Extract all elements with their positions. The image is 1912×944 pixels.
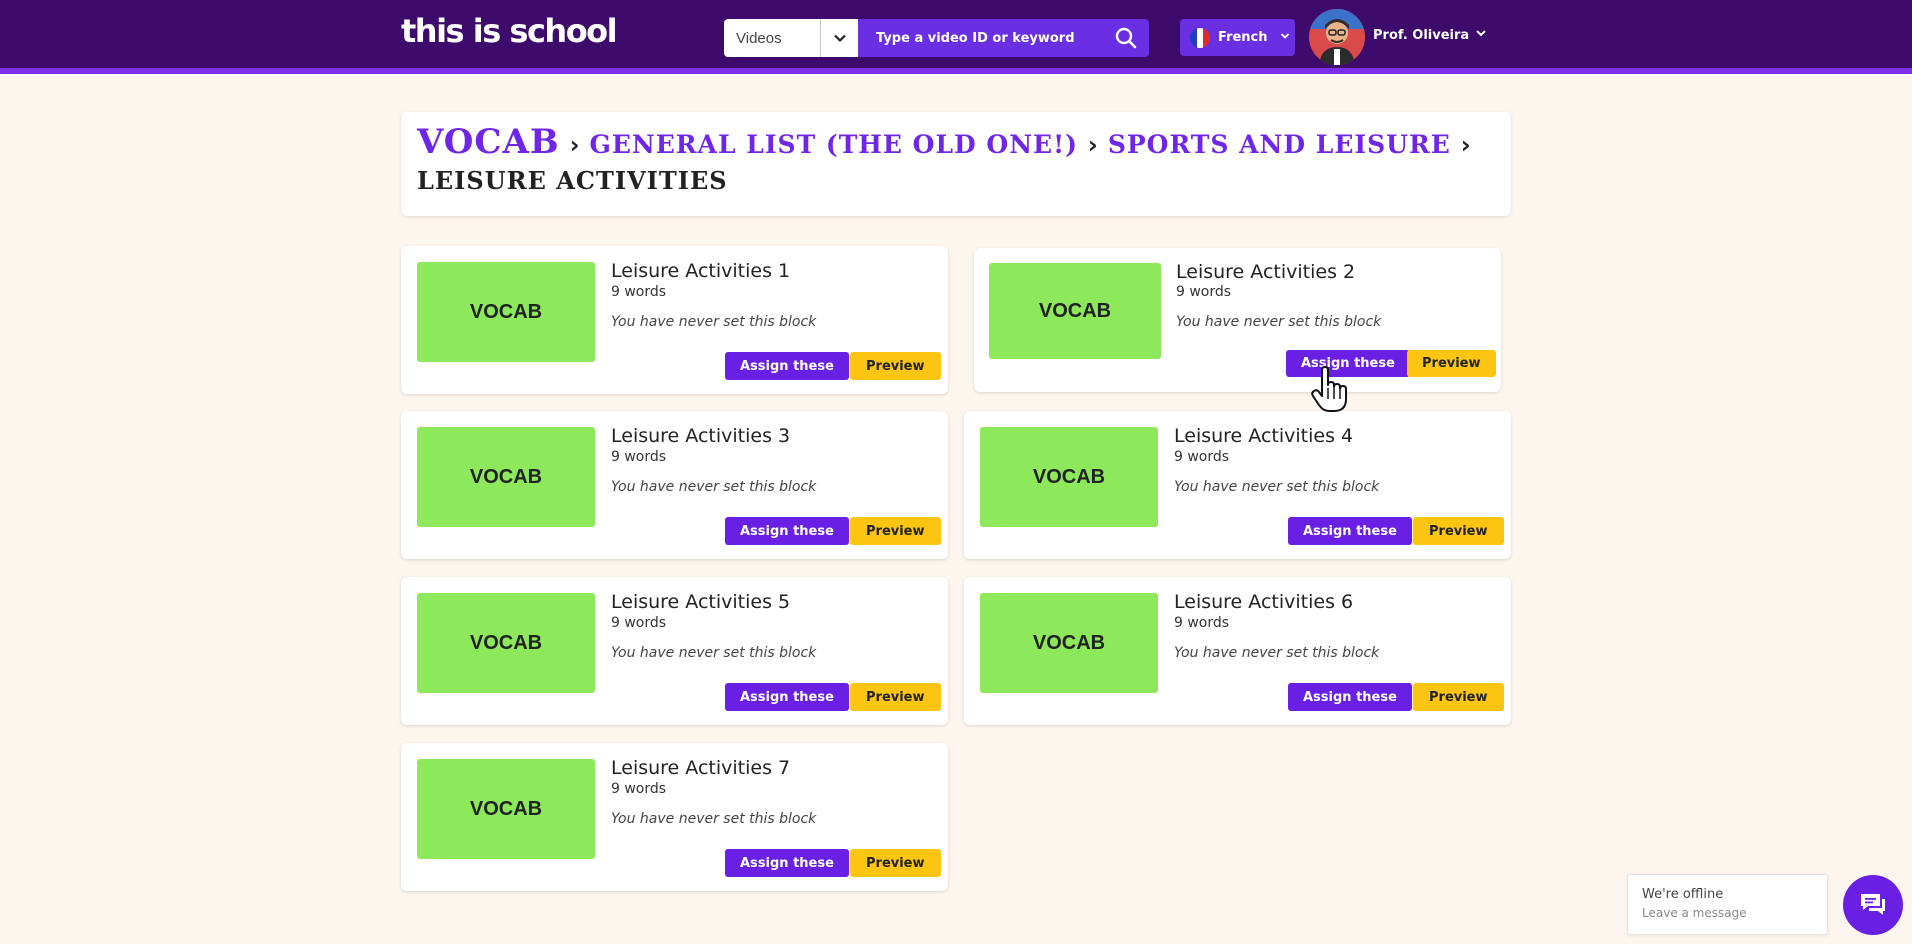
block-status: You have never set this block	[611, 479, 817, 495]
france-flag-icon	[1190, 27, 1210, 48]
chat-leave-message[interactable]: Leave a message	[1642, 906, 1813, 920]
block-title: Leisure Activities 3	[611, 425, 791, 447]
assign-button[interactable]: Assign these	[725, 683, 849, 711]
block-status: You have never set this block	[1174, 645, 1380, 661]
block-card: VOCAB Leisure Activities 1 9 words You h…	[401, 246, 948, 394]
block-word-count: 9 words	[1174, 615, 1230, 631]
chevron-down-icon[interactable]	[820, 19, 858, 57]
block-word-count: 9 words	[611, 284, 667, 300]
site-logo[interactable]: this is school	[401, 12, 618, 50]
user-menu[interactable]: Prof. Oliveira	[1373, 27, 1487, 43]
block-thumbnail[interactable]: VOCAB	[417, 593, 595, 693]
block-title: Leisure Activities 5	[611, 591, 791, 613]
hand-cursor-icon	[1311, 366, 1347, 418]
breadcrumb-root-link[interactable]: VOCAB	[417, 122, 560, 162]
block-thumbnail[interactable]: VOCAB	[980, 593, 1158, 693]
assign-button[interactable]: Assign these	[725, 352, 849, 380]
block-card: VOCAB Leisure Activities 6 9 words You h…	[964, 577, 1511, 725]
search-type-select[interactable]: Videos	[724, 19, 858, 57]
block-thumbnail[interactable]: VOCAB	[989, 263, 1161, 359]
block-status: You have never set this block	[611, 645, 817, 661]
top-navigation-bar: this is school Videos French	[0, 0, 1912, 74]
block-status: You have never set this block	[611, 314, 817, 330]
block-thumbnail[interactable]: VOCAB	[980, 427, 1158, 527]
assign-button[interactable]: Assign these	[725, 849, 849, 877]
block-thumbnail[interactable]: VOCAB	[417, 427, 595, 527]
block-thumbnail[interactable]: VOCAB	[417, 262, 595, 362]
block-card: VOCAB Leisure Activities 5 9 words You h…	[401, 577, 948, 725]
block-status: You have never set this block	[1176, 314, 1382, 330]
preview-button[interactable]: Preview	[850, 517, 941, 545]
chat-status: We're offline	[1642, 887, 1724, 902]
user-name: Prof. Oliveira	[1373, 27, 1470, 43]
breadcrumb-general-list-link[interactable]: GENERAL LIST (THE OLD ONE!)	[589, 130, 1077, 159]
language-label: French	[1218, 30, 1268, 45]
block-status: You have never set this block	[611, 811, 817, 827]
block-word-count: 9 words	[1174, 449, 1230, 465]
block-card: VOCAB Leisure Activities 4 9 words You h…	[964, 411, 1511, 559]
block-thumbnail[interactable]: VOCAB	[417, 759, 595, 859]
breadcrumb-sports-leisure-link[interactable]: SPORTS AND LEISURE	[1108, 130, 1451, 159]
chevron-right-icon: ›	[1460, 131, 1471, 159]
assign-button[interactable]: Assign these	[1286, 350, 1410, 377]
chevron-down-icon	[1475, 27, 1487, 43]
assign-button[interactable]: Assign these	[725, 517, 849, 545]
preview-button[interactable]: Preview	[1407, 350, 1496, 377]
block-title: Leisure Activities 6	[1174, 591, 1354, 613]
preview-button[interactable]: Preview	[850, 683, 941, 711]
page-title: LEISURE ACTIVITIES	[417, 166, 728, 195]
search-icon[interactable]	[1115, 27, 1137, 53]
preview-button[interactable]: Preview	[1413, 683, 1504, 711]
assign-button[interactable]: Assign these	[1288, 683, 1412, 711]
block-word-count: 9 words	[611, 781, 667, 797]
block-word-count: 9 words	[1176, 284, 1232, 300]
breadcrumb: VOCAB › GENERAL LIST (THE OLD ONE!) › SP…	[401, 112, 1511, 216]
language-selector[interactable]: French	[1180, 19, 1295, 56]
search-type-value: Videos	[736, 29, 782, 47]
block-word-count: 9 words	[611, 615, 667, 631]
block-card: VOCAB Leisure Activities 3 9 words You h…	[401, 411, 948, 559]
chat-launcher-button[interactable]	[1843, 875, 1903, 935]
assign-button[interactable]: Assign these	[1288, 517, 1412, 545]
block-card: VOCAB Leisure Activities 7 9 words You h…	[401, 743, 948, 891]
chat-offline-box[interactable]: We're offline Leave a message	[1627, 874, 1828, 935]
block-title: Leisure Activities 1	[611, 260, 791, 282]
block-title: Leisure Activities 7	[611, 757, 791, 779]
search-field-wrapper	[858, 19, 1149, 57]
preview-button[interactable]: Preview	[850, 352, 941, 380]
block-status: You have never set this block	[1174, 479, 1380, 495]
chat-bubble-icon	[1861, 894, 1885, 915]
chevron-right-icon: ›	[1087, 131, 1098, 159]
chevron-down-icon	[1280, 30, 1290, 45]
block-word-count: 9 words	[611, 449, 667, 465]
preview-button[interactable]: Preview	[850, 849, 941, 877]
block-title: Leisure Activities 4	[1174, 425, 1354, 447]
block-title: Leisure Activities 2	[1176, 261, 1356, 283]
preview-button[interactable]: Preview	[1413, 517, 1504, 545]
chevron-right-icon: ›	[569, 131, 580, 159]
block-card: VOCAB Leisure Activities 2 9 words You h…	[974, 248, 1501, 392]
search-input[interactable]	[858, 30, 1098, 46]
avatar[interactable]	[1309, 9, 1365, 65]
